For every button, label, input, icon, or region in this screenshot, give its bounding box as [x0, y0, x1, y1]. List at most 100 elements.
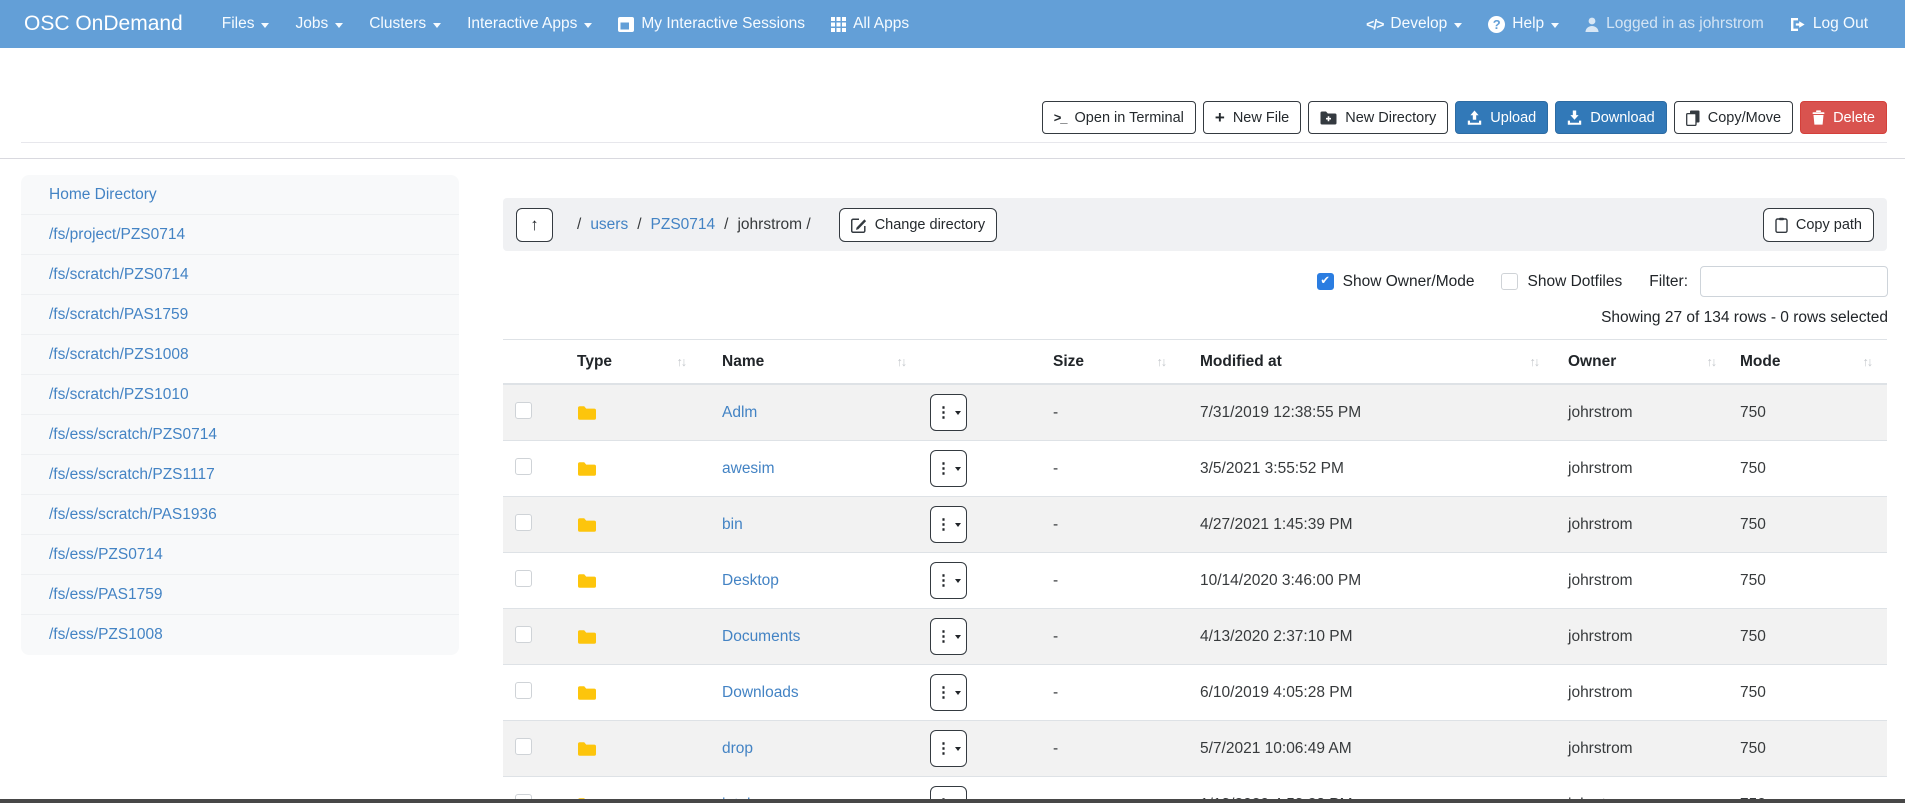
file-size: - [1030, 404, 1180, 422]
breadcrumb-link-users[interactable]: users [590, 216, 628, 234]
row-checkbox[interactable] [515, 626, 532, 643]
window-bottom-edge [0, 799, 1905, 803]
show-dotfiles-option[interactable]: Show Dotfiles [1501, 273, 1622, 291]
sort-icon[interactable]: ↑↓ [897, 355, 906, 369]
rows-status-text: Showing 27 of 134 rows - 0 rows selected [1601, 309, 1888, 327]
sidebar-item-fs-ess-scratch-pzs1117[interactable]: /fs/ess/scratch/PZS1117 [21, 455, 459, 495]
file-name-link[interactable]: awesim [722, 460, 775, 477]
file-owner: johrstrom [1550, 740, 1730, 758]
sort-icon[interactable]: ↑↓ [1707, 355, 1716, 369]
nav-jobs-dropdown[interactable]: Jobs [282, 9, 356, 39]
sort-icon[interactable]: ↑↓ [677, 355, 686, 369]
nav-my-interactive-sessions[interactable]: My Interactive Sessions [605, 9, 818, 39]
folder-icon [577, 517, 597, 533]
new-file-button[interactable]: + New File [1203, 101, 1301, 134]
column-header-name[interactable]: Name ↑↓ [700, 340, 930, 383]
sidebar-item-fs-ess-scratch-pas1936[interactable]: /fs/ess/scratch/PAS1936 [21, 495, 459, 535]
column-header-size[interactable]: Size ↑↓ [1030, 340, 1180, 383]
open-in-terminal-button[interactable]: >_ Open in Terminal [1042, 101, 1196, 134]
row-actions-menu-button[interactable]: ⋮ [930, 730, 967, 767]
nav-files-dropdown[interactable]: Files [209, 9, 283, 39]
show-owner-mode-option[interactable]: ✔ Show Owner/Mode [1317, 273, 1475, 291]
chevron-down-icon [1454, 23, 1462, 28]
nav-develop-label: Develop [1390, 15, 1447, 33]
nav-develop-dropdown[interactable]: </> Develop [1353, 9, 1475, 39]
nav-clusters-dropdown[interactable]: Clusters [356, 9, 454, 39]
file-owner: johrstrom [1550, 516, 1730, 534]
breadcrumb-link-pzs0714[interactable]: PZS0714 [651, 216, 716, 234]
file-modified-at: 4/13/2020 2:37:10 PM [1180, 628, 1550, 646]
sidebar-item-fs-scratch-pzs1008[interactable]: /fs/scratch/PZS1008 [21, 335, 459, 375]
chevron-down-icon [1551, 23, 1559, 28]
nav-interactive-apps-dropdown[interactable]: Interactive Apps [454, 9, 605, 39]
delete-button[interactable]: Delete [1800, 101, 1887, 134]
file-modified-at: 6/10/2019 4:05:28 PM [1180, 684, 1550, 702]
file-mode: 750 [1730, 572, 1887, 590]
file-name-link[interactable]: Downloads [722, 684, 799, 701]
sidebar-item-fs-ess-scratch-pzs0714[interactable]: /fs/ess/scratch/PZS0714 [21, 415, 459, 455]
row-checkbox[interactable] [515, 402, 532, 419]
download-button[interactable]: Download [1555, 101, 1667, 134]
chevron-down-icon [433, 23, 441, 28]
show-owner-mode-label: Show Owner/Mode [1343, 273, 1475, 291]
breadcrumb: / users / PZS0714 / johrstrom / [577, 216, 811, 234]
filter-input[interactable] [1700, 266, 1888, 297]
copy-move-button[interactable]: Copy/Move [1674, 101, 1793, 134]
new-directory-button[interactable]: New Directory [1308, 101, 1448, 134]
nav-help-dropdown[interactable]: ? Help [1475, 9, 1572, 39]
sidebar-item-fs-ess-pzs1008[interactable]: /fs/ess/PZS1008 [21, 615, 459, 655]
copy-path-button[interactable]: Copy path [1763, 208, 1874, 242]
sort-icon[interactable]: ↑↓ [1157, 355, 1166, 369]
nav-log-out[interactable]: Log Out [1777, 9, 1881, 39]
change-directory-button[interactable]: Change directory [839, 208, 997, 242]
checkmark-icon: ✔ [1320, 276, 1330, 288]
file-size: - [1030, 572, 1180, 590]
sidebar-item-home-directory[interactable]: Home Directory [21, 175, 459, 215]
column-header-type[interactable]: Type ↑↓ [560, 340, 700, 383]
folder-icon [577, 573, 597, 589]
sort-icon[interactable]: ↑↓ [1863, 355, 1872, 369]
brand-link[interactable]: OSC OnDemand [24, 12, 183, 36]
row-actions-menu-button[interactable]: ⋮ [930, 394, 967, 431]
show-dotfiles-checkbox[interactable] [1501, 273, 1518, 290]
file-name-link[interactable]: drop [722, 740, 753, 757]
sidebar-item-fs-scratch-pzs0714[interactable]: /fs/scratch/PZS0714 [21, 255, 459, 295]
row-actions-menu-button[interactable]: ⋮ [930, 506, 967, 543]
nav-all-apps[interactable]: All Apps [818, 9, 922, 39]
file-name-link[interactable]: Documents [722, 628, 800, 645]
row-checkbox[interactable] [515, 682, 532, 699]
column-header-modified-at[interactable]: Modified at ↑↓ [1180, 340, 1550, 383]
chevron-down-icon [261, 23, 269, 28]
column-header-mode[interactable]: Mode ↑↓ [1730, 340, 1887, 383]
file-name-link[interactable]: Adlm [722, 404, 757, 421]
column-header-owner[interactable]: Owner ↑↓ [1550, 340, 1730, 383]
row-actions-menu-button[interactable]: ⋮ [930, 450, 967, 487]
file-action-toolbar: >_ Open in Terminal + New File New Direc… [1042, 101, 1887, 134]
sidebar-item-fs-ess-pzs0714[interactable]: /fs/ess/PZS0714 [21, 535, 459, 575]
row-checkbox[interactable] [515, 458, 532, 475]
row-actions-menu-button[interactable]: ⋮ [930, 562, 967, 599]
sort-icon[interactable]: ↑↓ [1530, 355, 1539, 369]
show-owner-mode-checkbox[interactable]: ✔ [1317, 273, 1334, 290]
file-name-link[interactable]: Desktop [722, 572, 779, 589]
go-up-directory-button[interactable]: ↑ [516, 208, 553, 242]
table-row-drop: drop ⋮ - 5/7/2021 10:06:49 AM johrstrom … [503, 721, 1887, 777]
current-path-bar: ↑ / users / PZS0714 / johrstrom / Change… [503, 198, 1887, 251]
sidebar-item-fs-scratch-pzs1010[interactable]: /fs/scratch/PZS1010 [21, 375, 459, 415]
row-checkbox[interactable] [515, 738, 532, 755]
file-modified-at: 5/7/2021 10:06:49 AM [1180, 740, 1550, 758]
sidebar-item-fs-ess-pas1759[interactable]: /fs/ess/PAS1759 [21, 575, 459, 615]
file-name-link[interactable]: bin [722, 516, 743, 533]
breadcrumb-separator: / [724, 216, 728, 234]
column-label: Name [722, 353, 764, 371]
table-row-awesim: awesim ⋮ - 3/5/2021 3:55:52 PM johrstrom… [503, 441, 1887, 497]
row-actions-menu-button[interactable]: ⋮ [930, 674, 967, 711]
row-checkbox[interactable] [515, 570, 532, 587]
row-actions-menu-button[interactable]: ⋮ [930, 618, 967, 655]
upload-button[interactable]: Upload [1455, 101, 1548, 134]
file-size: - [1030, 460, 1180, 478]
file-mode: 750 [1730, 628, 1887, 646]
sidebar-item-fs-scratch-pas1759[interactable]: /fs/scratch/PAS1759 [21, 295, 459, 335]
sidebar-item-fs-project-pzs0714[interactable]: /fs/project/PZS0714 [21, 215, 459, 255]
row-checkbox[interactable] [515, 514, 532, 531]
